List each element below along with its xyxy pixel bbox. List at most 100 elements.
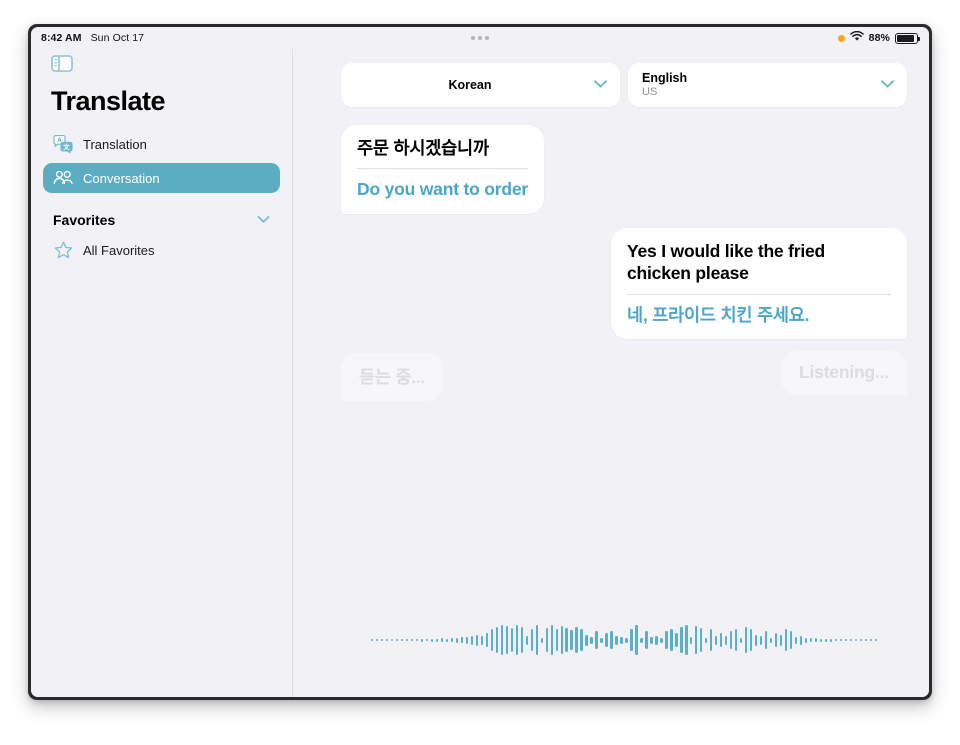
waveform-bar [769,637,773,643]
target-language-select[interactable]: English US [628,63,907,107]
source-language-select[interactable]: Korean [341,63,620,107]
target-language-text: English US [642,71,872,99]
waveform-bar [450,638,454,642]
waveform-bar [799,635,803,645]
waveform-bar [401,639,404,641]
waveform-bar [675,633,678,647]
waveform-bar [550,625,553,655]
message-source-text: 주문 하시겠습니까 [357,138,489,158]
message-row: 주문 하시겠습니까 Do you want to order [341,125,907,214]
message-bubble[interactable]: Yes I would like the fried chicken pleas… [611,227,907,339]
status-bar-left: 8:42 AM Sun Oct 17 [41,32,144,44]
waveform-bar [834,639,838,641]
status-bar-center [31,36,929,40]
sidebar-item-label: Translation [83,136,147,152]
waveform-bar [849,639,852,641]
main-panel: Korean English US 주문 하시겠습니까 Do you want … [293,49,929,697]
waveform-bar [655,635,658,645]
waveform-bar [555,629,558,651]
sidebar-item-all-favorites[interactable]: All Favorites [43,235,280,265]
sidebar-item-conversation[interactable]: Conversation [43,163,280,193]
waveform-bar [640,637,643,643]
waveform-bar [705,637,708,643]
waveform-bar [430,638,434,642]
waveform-bar [540,637,543,643]
waveform-bar [605,633,608,647]
waveform-bar [829,638,833,642]
waveform-bar [710,629,713,651]
waveform-bar [620,636,623,644]
waveform-bar [510,628,514,652]
page-title: Translate [51,86,166,116]
sidebar-item-translation[interactable]: A 文 Translation [43,129,280,159]
waveform-bar [635,625,638,655]
waveform-bar [625,637,628,643]
waveform-bar [386,639,389,641]
waveform-bar [470,635,474,645]
conversation-transcript: 주문 하시겠습니까 Do you want to order Yes I wou… [293,107,929,697]
sidebar-toggle-row [43,49,280,79]
waveform-bar [720,633,723,647]
target-language-name: English [642,71,688,86]
message-bubble[interactable]: 주문 하시겠습니까 Do you want to order [341,125,545,214]
message-translation-text: 네, 프라이드 치킨 주세요. [627,304,810,325]
waveform-bar [695,626,698,654]
three-dots-icon[interactable] [471,36,489,40]
waveform-bar [505,626,509,654]
waveform-bar [665,631,668,649]
waveform-bar [575,627,578,653]
waveform-bar [445,638,449,642]
waveform-bar [650,636,653,644]
waveform-bar [585,634,588,646]
sidebar-toggle-icon[interactable] [51,55,280,77]
ipad-device-frame: 8:42 AM Sun Oct 17 88% Translate A 文 Tra… [28,24,932,700]
waveform-bar [376,639,379,641]
waveform-bar [590,636,593,644]
chevron-down-icon[interactable] [880,76,895,94]
listening-placeholder-row: Listening... [341,350,907,395]
waveform-bar [565,628,568,652]
two-people-icon [53,168,73,188]
waveform-bar [729,631,733,649]
status-date: Sun Oct 17 [90,32,145,44]
dot [485,36,489,40]
waveform-bar [864,639,867,641]
waveform-bar [839,639,843,641]
chevron-down-icon[interactable] [593,76,608,94]
waveform-bar [680,627,683,653]
waveform-bar [545,628,548,652]
waveform-bar [455,637,459,643]
waveform-bar [600,637,603,643]
waveform-bar [779,634,783,646]
waveform-bar [804,637,808,643]
battery-icon [895,32,920,44]
audio-waveform[interactable] [371,623,877,657]
bubble-divider [357,168,529,170]
waveform-bar [610,631,613,649]
waveform-bar [615,635,618,645]
waveform-bar [749,629,753,651]
waveform-bar [859,639,862,641]
waveform-bar [789,631,793,649]
orange-dot-icon [837,34,845,42]
status-time: 8:42 AM [41,32,82,44]
waveform-bar [580,629,583,651]
chevron-down-icon[interactable] [257,211,270,229]
waveform-bar [874,639,877,641]
listening-placeholder-target: Listening... [781,350,907,395]
favorites-title: Favorites [53,212,116,228]
bubble-divider [627,293,891,295]
waveform-bar [700,628,703,652]
waveform-bar [425,639,429,641]
waveform-bar [869,639,872,641]
waveform-bar [819,638,823,642]
waveform-bar [595,631,598,649]
waveform-bar [630,629,633,651]
waveform-bar [794,636,798,644]
waveform-bar [460,637,464,643]
waveform-bar [520,627,524,653]
favorites-section-header[interactable]: Favorites [43,197,280,235]
waveform-bar [415,639,419,641]
waveform-bar [670,629,673,651]
waveform-bar [391,639,394,641]
